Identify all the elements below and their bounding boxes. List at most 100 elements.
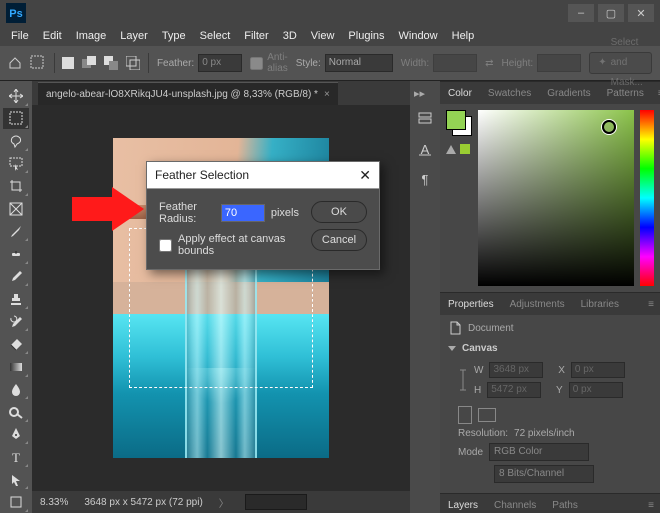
feather-input[interactable]: 0 px xyxy=(198,54,242,72)
resolution-value: 72 pixels/inch xyxy=(514,428,575,439)
tab-channels[interactable]: Channels xyxy=(486,500,544,511)
svg-text:T: T xyxy=(12,450,20,464)
stamp-tool[interactable] xyxy=(3,288,29,310)
color-field[interactable] xyxy=(478,110,634,286)
history-panel-icon[interactable] xyxy=(414,108,436,130)
shape-tool[interactable] xyxy=(3,491,29,513)
panel-menu-icon[interactable]: ≡ xyxy=(652,88,660,99)
blur-tool[interactable] xyxy=(3,379,29,401)
path-select-tool[interactable] xyxy=(3,469,29,491)
dialog-titlebar[interactable]: Feather Selection ✕ xyxy=(147,162,379,189)
menu-edit[interactable]: Edit xyxy=(36,30,69,42)
link-icon[interactable] xyxy=(458,368,468,392)
tab-gradients[interactable]: Gradients xyxy=(539,88,598,99)
tab-paths[interactable]: Paths xyxy=(544,500,586,511)
h-input[interactable]: 5472 px xyxy=(487,382,541,398)
expand-panels-icon[interactable]: ▸▸ xyxy=(414,87,425,100)
panel-menu-icon[interactable]: ≡ xyxy=(642,299,660,310)
dialog-close-icon[interactable]: ✕ xyxy=(359,167,371,184)
new-selection-icon[interactable] xyxy=(62,54,74,72)
orient-portrait-icon[interactable] xyxy=(458,406,472,424)
right-panels: Color Swatches Gradients Patterns ≡ Prop… xyxy=(440,81,660,513)
orient-landscape-icon[interactable] xyxy=(478,408,496,422)
history-brush-tool[interactable] xyxy=(3,311,29,333)
menu-type[interactable]: Type xyxy=(155,30,193,42)
dodge-tool[interactable] xyxy=(3,401,29,423)
ok-button[interactable]: OK xyxy=(311,201,367,223)
gradient-tool[interactable] xyxy=(3,356,29,378)
tool-preset-icon[interactable] xyxy=(30,54,46,72)
document-area: angelo-abear-lO8XRikqJU4-unsplash.jpg @ … xyxy=(32,81,410,513)
x-label: X xyxy=(558,365,565,376)
feather-radius-input[interactable] xyxy=(221,204,265,222)
document-tab[interactable]: angelo-abear-lO8XRikqJU4-unsplash.jpg @ … xyxy=(38,82,338,105)
paragraph-panel-icon[interactable]: ¶ xyxy=(414,168,436,190)
type-tool[interactable]: T xyxy=(3,446,29,468)
menu-image[interactable]: Image xyxy=(69,30,114,42)
properties-doc-label: Document xyxy=(468,323,514,334)
select-and-mask-button[interactable]: ✦Select and Mask... xyxy=(589,52,652,74)
tab-color[interactable]: Color xyxy=(440,88,480,99)
status-bar: 8.33% 3648 px x 5472 px (72 ppi) 〉 xyxy=(32,491,410,513)
frame-tool[interactable] xyxy=(3,198,29,220)
antialias-checkbox: Anti-alias xyxy=(250,52,288,74)
mode-select[interactable]: RGB Color xyxy=(489,443,589,461)
feather-radius-unit: pixels xyxy=(271,207,299,219)
feather-dialog: Feather Selection ✕ Feather Radius: pixe… xyxy=(146,161,380,270)
fg-bg-swatch[interactable] xyxy=(446,110,472,136)
eyedropper-tool[interactable] xyxy=(3,220,29,242)
chevron-down-icon[interactable] xyxy=(448,346,456,351)
status-zoom[interactable]: 8.33% xyxy=(40,497,68,508)
menu-window[interactable]: Window xyxy=(392,30,445,42)
close-tab-icon[interactable]: × xyxy=(324,89,330,100)
pen-tool[interactable] xyxy=(3,424,29,446)
hue-slider[interactable] xyxy=(640,110,654,286)
home-icon[interactable] xyxy=(8,54,22,72)
depth-select[interactable]: 8 Bits/Channel xyxy=(494,465,594,483)
tab-properties[interactable]: Properties xyxy=(440,299,502,310)
menu-plugins[interactable]: Plugins xyxy=(341,30,391,42)
style-select[interactable]: Normal xyxy=(325,54,393,72)
move-tool[interactable] xyxy=(3,85,29,107)
canvas[interactable]: Feather Selection ✕ Feather Radius: pixe… xyxy=(32,105,410,491)
close-button[interactable]: ✕ xyxy=(628,4,654,22)
y-input[interactable]: 0 px xyxy=(569,382,623,398)
character-panel-icon[interactable]: A xyxy=(414,138,436,160)
add-selection-icon[interactable] xyxy=(82,54,96,72)
crop-tool[interactable] xyxy=(3,175,29,197)
menu-view[interactable]: View xyxy=(304,30,342,42)
subtract-selection-icon[interactable] xyxy=(104,54,118,72)
lasso-tool[interactable] xyxy=(3,130,29,152)
eraser-tool[interactable] xyxy=(3,333,29,355)
tab-libraries[interactable]: Libraries xyxy=(573,299,627,310)
menu-filter[interactable]: Filter xyxy=(237,30,275,42)
maximize-button[interactable]: ▢ xyxy=(598,4,624,22)
minimize-button[interactable]: – xyxy=(568,4,594,22)
style-label: Style: xyxy=(296,58,321,69)
document-tabs: angelo-abear-lO8XRikqJU4-unsplash.jpg @ … xyxy=(32,81,410,105)
object-select-tool[interactable] xyxy=(3,153,29,175)
w-input[interactable]: 3648 px xyxy=(489,362,543,378)
gamut-warning-icon[interactable] xyxy=(446,144,472,154)
menu-select[interactable]: Select xyxy=(193,30,238,42)
width-input xyxy=(433,54,477,72)
brush-tool[interactable] xyxy=(3,266,29,288)
menu-file[interactable]: File xyxy=(4,30,36,42)
menu-3d[interactable]: 3D xyxy=(276,30,304,42)
wand-icon: ✦ xyxy=(598,53,606,73)
tab-adjustments[interactable]: Adjustments xyxy=(502,299,573,310)
healing-tool[interactable] xyxy=(3,243,29,265)
menu-help[interactable]: Help xyxy=(445,30,482,42)
document-icon xyxy=(448,321,462,335)
intersect-selection-icon[interactable] xyxy=(126,54,140,72)
tab-swatches[interactable]: Swatches xyxy=(480,88,539,99)
apply-canvas-bounds-checkbox[interactable]: Apply effect at canvas bounds xyxy=(159,233,299,257)
menu-layer[interactable]: Layer xyxy=(113,30,155,42)
x-input[interactable]: 0 px xyxy=(571,362,625,378)
status-dimensions[interactable]: 3648 px x 5472 px (72 ppi) xyxy=(84,497,202,508)
panel-menu-icon[interactable]: ≡ xyxy=(642,500,660,511)
tab-layers[interactable]: Layers xyxy=(440,500,486,511)
cancel-button[interactable]: Cancel xyxy=(311,229,367,251)
marquee-tool[interactable] xyxy=(3,108,29,130)
title-bar: Ps – ▢ ✕ xyxy=(0,0,660,26)
